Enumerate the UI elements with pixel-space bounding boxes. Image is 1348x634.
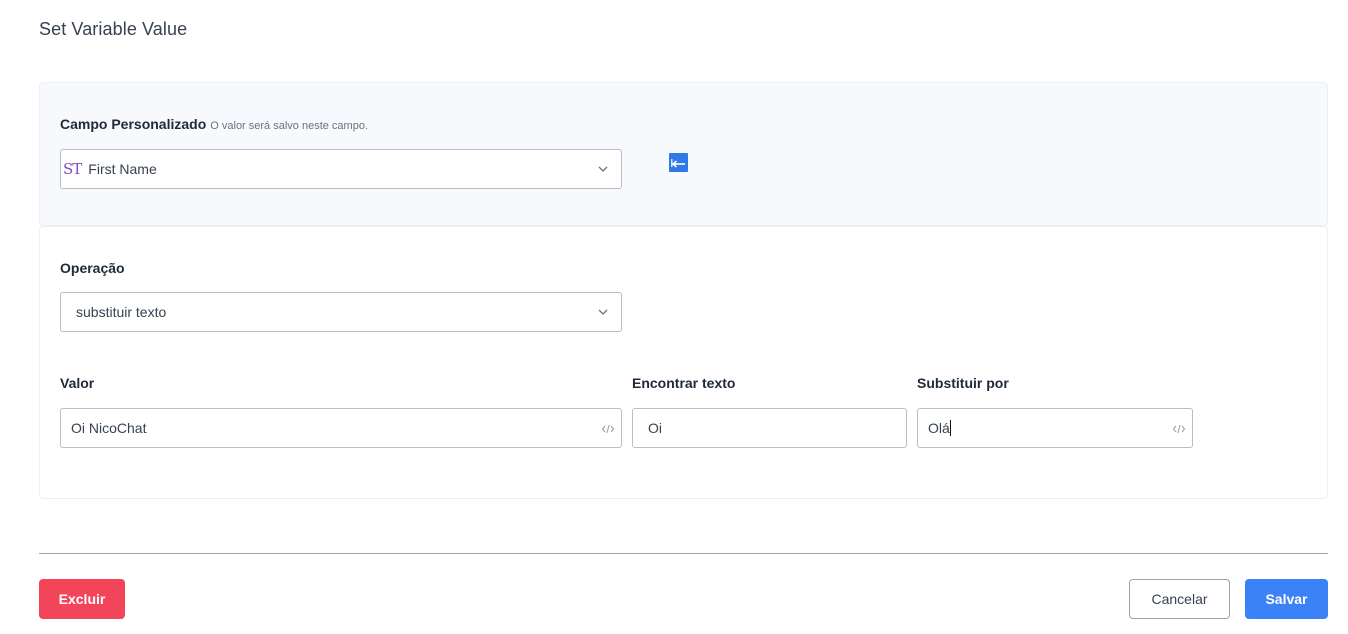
- replace-with-value: Olá: [928, 420, 950, 436]
- dialog-title: Set Variable Value: [39, 19, 188, 39]
- arrow-left-button[interactable]: [669, 153, 688, 172]
- replace-with-input[interactable]: Olá: [917, 408, 1193, 448]
- custom-field-hint: O valor será salvo neste campo.: [210, 120, 369, 132]
- operation-card: [39, 226, 1328, 499]
- operation-label: Operação: [60, 260, 125, 276]
- arrow-left-icon: [671, 158, 685, 168]
- save-button[interactable]: Salvar: [1245, 579, 1328, 619]
- cancel-button[interactable]: Cancelar: [1129, 579, 1230, 619]
- custom-field-label-text: Campo Personalizado: [60, 116, 207, 132]
- find-text-input[interactable]: Oi: [632, 408, 907, 448]
- chevron-down-icon: [598, 166, 608, 172]
- code-icon[interactable]: [1172, 422, 1186, 436]
- text-caret: [949, 420, 951, 436]
- replace-with-label: Substituir por: [917, 375, 1009, 391]
- custom-field-value: First Name: [88, 161, 157, 177]
- value-input-text: Oi NicoChat: [71, 420, 147, 436]
- custom-field-label: Campo Personalizado O valor será salvo ne…: [60, 116, 368, 132]
- chevron-down-icon: [598, 309, 608, 315]
- footer-divider: [39, 553, 1328, 554]
- string-type-icon: ST: [63, 160, 82, 178]
- custom-field-select[interactable]: ST First Name: [60, 149, 622, 189]
- find-text-label: Encontrar texto: [632, 375, 736, 391]
- value-input[interactable]: Oi NicoChat: [60, 408, 622, 448]
- delete-button[interactable]: Excluir: [39, 579, 125, 619]
- find-text-value: Oi: [648, 420, 662, 436]
- code-icon[interactable]: [601, 422, 615, 436]
- value-label: Valor: [60, 375, 95, 391]
- operation-value: substituir texto: [76, 304, 167, 320]
- operation-select[interactable]: substituir texto: [60, 292, 622, 332]
- set-variable-dialog: Set Variable Value Campo Personalizado O …: [0, 0, 1348, 634]
